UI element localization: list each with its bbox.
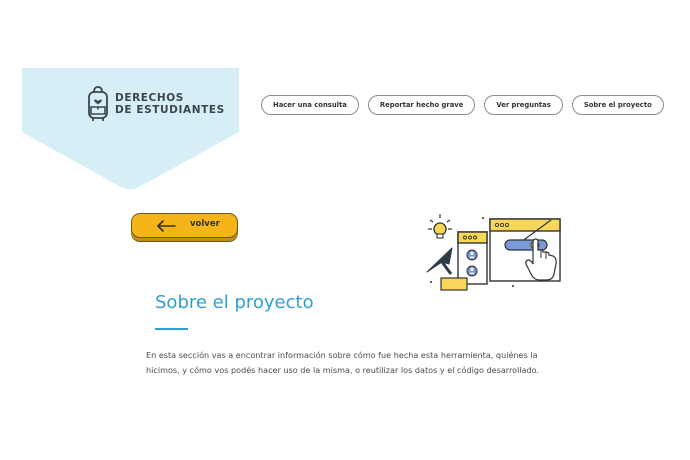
lightbulb-icon <box>428 214 452 239</box>
logo-text: DERECHOS DE ESTUDIANTES <box>115 92 225 116</box>
intro-paragraph: En esta sección vas a encontrar informac… <box>146 350 540 375</box>
title-underline <box>155 328 188 330</box>
profile-window <box>457 231 488 285</box>
nav-sobre-el-proyecto[interactable]: Sobre el proyecto <box>571 95 664 115</box>
computer-interaction-illustration <box>426 214 561 291</box>
nav-reportar-hecho-grave[interactable]: Reportar hecho grave <box>367 95 476 115</box>
nav-ver-preguntas[interactable]: Ver preguntas <box>484 95 563 115</box>
page-title: Sobre el proyecto <box>155 292 314 313</box>
site-logo[interactable]: DERECHOS DE ESTUDIANTES <box>86 86 225 122</box>
arrow-left-icon <box>157 220 176 232</box>
browser-window <box>489 218 561 282</box>
nav-hacer-consulta[interactable]: Hacer una consulta <box>261 95 359 115</box>
backpack-heart-icon <box>88 86 108 121</box>
logo-line-2: DE ESTUDIANTES <box>115 104 225 116</box>
main-nav: Hacer una consulta Reportar hecho grave … <box>261 95 664 115</box>
back-button-label: volver <box>190 219 220 229</box>
logo-line-1: DERECHOS <box>115 92 184 104</box>
back-button[interactable]: volver <box>131 213 238 238</box>
